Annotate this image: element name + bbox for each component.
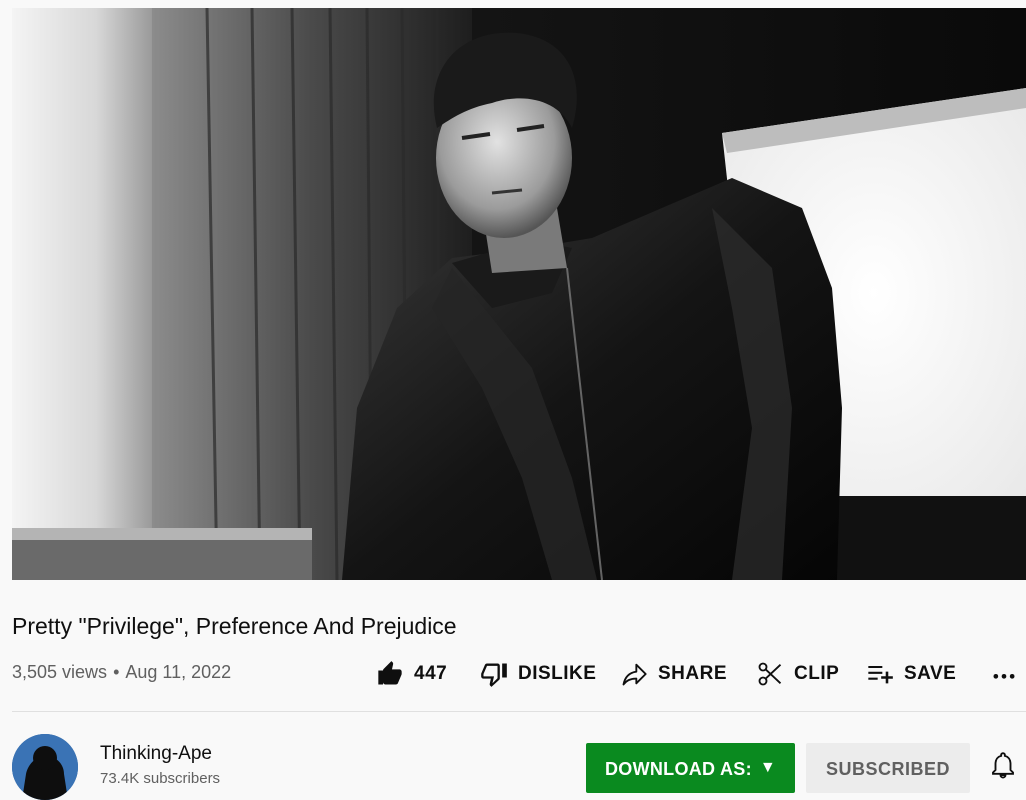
share-label: SHARE [658,663,728,684]
upload-date: Aug 11, 2022 [125,662,232,682]
more-actions-button[interactable] [990,657,1018,691]
clip-button[interactable]: CLIP [756,657,839,691]
like-count: 447 [414,663,448,684]
save-button[interactable]: SAVE [866,657,956,691]
video-title: Pretty "Privilege", Preference And Preju… [12,613,457,639]
save-label: SAVE [904,663,957,684]
channel-avatar[interactable] [12,734,78,800]
dislike-label: DISLIKE [518,663,597,684]
dislike-button[interactable]: DISLIKE [480,657,596,691]
thumbs-down-icon [480,660,508,688]
meta-separator: • [113,662,120,682]
playlist-add-icon [866,660,894,688]
channel-name[interactable]: Thinking-Ape [100,743,212,765]
scissors-icon [756,660,784,688]
ape-silhouette-icon [12,734,78,800]
download-as-button[interactable]: DOWNLOAD AS: ▼ [586,743,795,793]
subscribed-button[interactable]: SUBSCRIBED [806,743,970,793]
clip-label: CLIP [794,663,840,684]
caret-down-icon: ▼ [759,759,777,776]
more-horizontal-icon [990,660,1018,688]
view-count: 3,505 views [12,662,108,682]
bell-icon [992,752,1014,779]
subscriber-count: 73.4K subscribers [100,770,221,787]
video-frame [12,8,1026,580]
notification-bell-button[interactable] [988,750,1018,780]
like-button[interactable]: 447 [376,657,447,691]
thumbs-up-icon [376,660,404,688]
video-meta: 3,505 views • Aug 11, 2022 [12,660,231,684]
share-button[interactable]: SHARE [620,657,727,691]
share-arrow-icon [620,660,648,688]
video-player[interactable] [12,8,1026,580]
section-divider [12,711,1026,712]
